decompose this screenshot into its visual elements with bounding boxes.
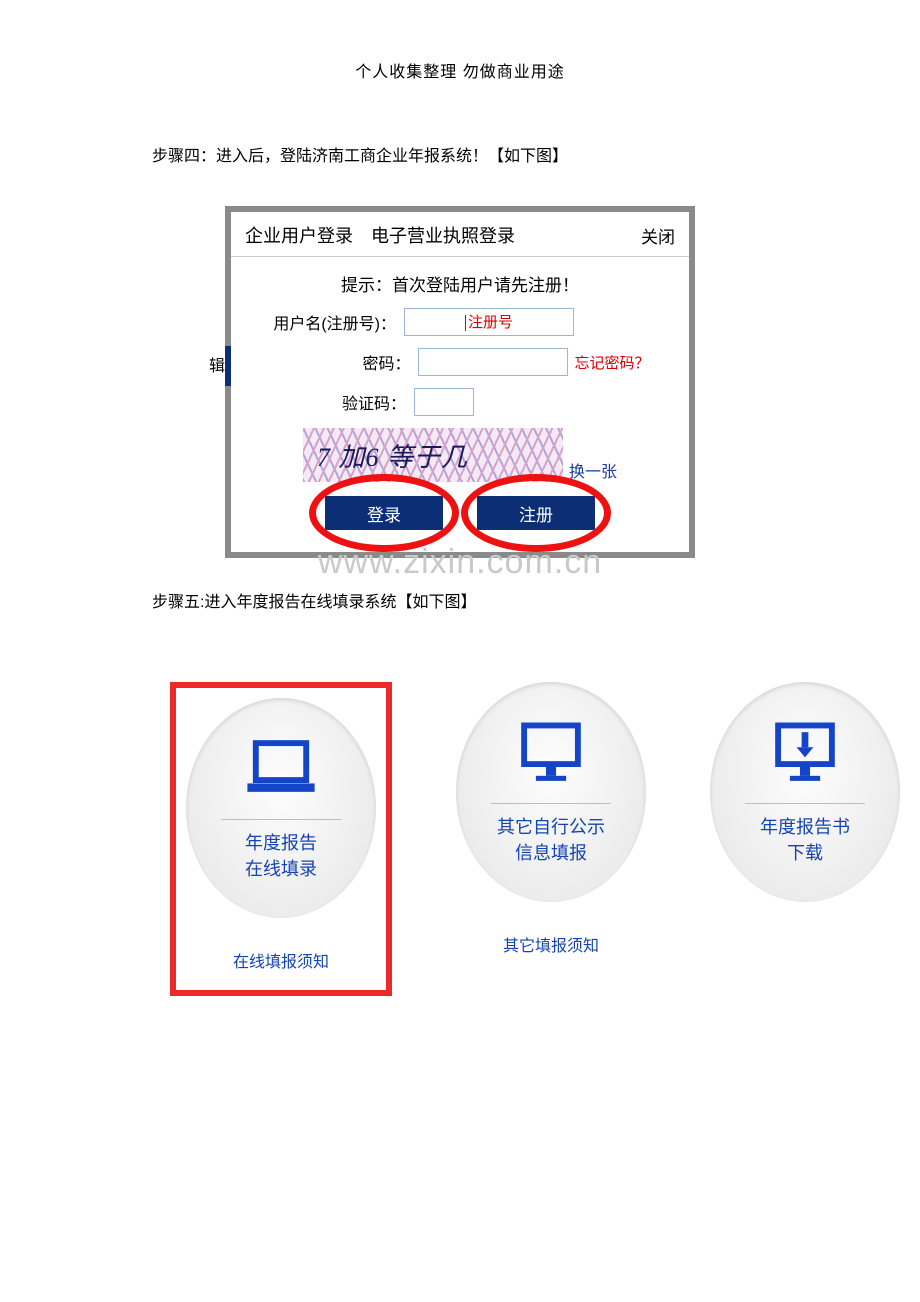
card-link-other[interactable]: 其它填报须知 (456, 932, 646, 956)
password-input[interactable] (418, 348, 568, 376)
password-label: 密码： (270, 350, 410, 374)
username-input[interactable]: 注册号 (404, 308, 574, 336)
cropped-char: 辑 (209, 352, 225, 376)
document-header: 个人收集整理 勿做商业用途 (0, 0, 920, 82)
card-title-line2: 在线填录 (245, 859, 317, 879)
card-title-line1: 其它自行公示 (497, 817, 605, 837)
card-title-line2: 信息填报 (515, 843, 587, 863)
step-4-text: 步骤四：进入后，登陆济南工商企业年报系统！【如下图】 (152, 142, 920, 166)
card-link-annual[interactable]: 在线填报须知 (186, 948, 376, 972)
tab-enterprise-login[interactable]: 企业用户登录 (245, 222, 353, 248)
monitor-icon (509, 719, 593, 789)
captcha-image: 7 加6 等于几 (303, 428, 563, 482)
login-dialog: 辑 企业用户登录 电子营业执照登录 关闭 提示：首次登陆用户请先注册！ 用户名(… (225, 206, 695, 558)
captcha-input[interactable] (414, 388, 474, 416)
username-placeholder: 注册号 (468, 314, 513, 331)
captcha-refresh-link[interactable]: 换一张 (569, 458, 617, 482)
card-download-report[interactable]: 年度报告书 下载 (710, 682, 900, 902)
watermark-text: www.zixin.com.cn (318, 543, 602, 582)
card-other-publicity[interactable]: 其它自行公示 信息填报 (456, 682, 646, 902)
captcha-label: 验证码： (266, 390, 406, 414)
step-5-text: 步骤五:进入年度报告在线填录系统【如下图】 (152, 588, 920, 612)
download-monitor-icon (763, 719, 847, 789)
tab-elicense-login[interactable]: 电子营业执照登录 (371, 222, 515, 248)
close-button[interactable]: 关闭 (641, 223, 675, 248)
register-button[interactable]: 注册 (477, 496, 595, 530)
first-login-hint: 提示：首次登陆用户请先注册！ (231, 271, 689, 296)
forgot-password-link[interactable]: 忘记密码？ (574, 352, 649, 373)
option-cards-row: 年度报告 在线填录 在线填报须知 其它自行公示 信息填报 其它填报须知 (170, 682, 900, 996)
username-label: 用户名(注册号)： (256, 310, 396, 334)
card-annual-report[interactable]: 年度报告 在线填录 (186, 698, 376, 918)
annotation-highlight-box: 年度报告 在线填录 在线填报须知 (170, 682, 392, 996)
card-title-line2: 下载 (787, 843, 823, 863)
login-button[interactable]: 登录 (325, 496, 443, 530)
card-title-line1: 年度报告 (245, 833, 317, 853)
laptop-icon (239, 735, 323, 805)
card-title-line1: 年度报告书 (760, 817, 850, 837)
